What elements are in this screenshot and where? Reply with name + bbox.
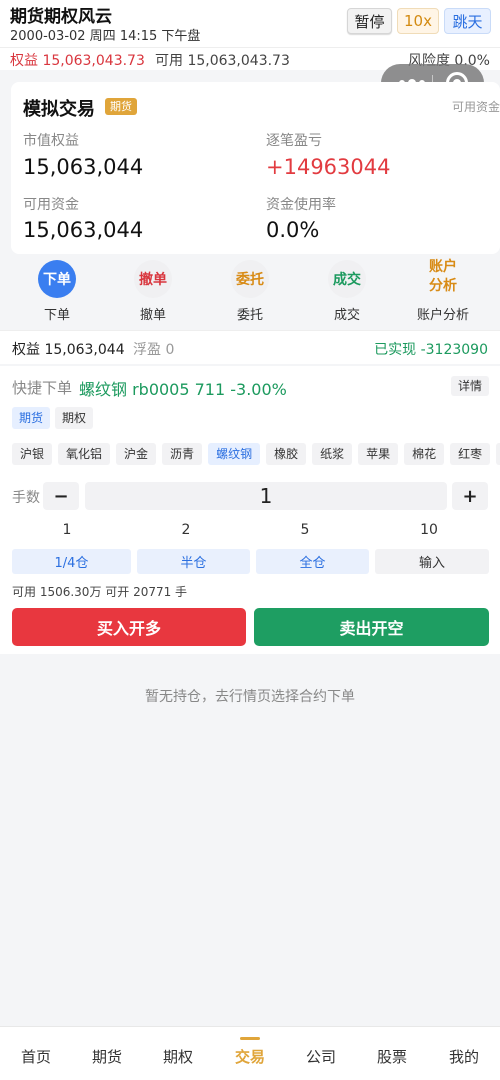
account-analysis-icon-line1: 账户 <box>429 259 457 275</box>
header-available: 可用 15,063,043.73 <box>155 53 290 69</box>
action-place-order[interactable]: 下单 下单 <box>17 260 97 323</box>
tab-options-page[interactable]: 期权 <box>148 1046 208 1067</box>
commodity-chip[interactable]: 苹果 <box>358 443 399 465</box>
pnl-value: +14963044 <box>266 155 391 179</box>
tab-home[interactable]: 首页 <box>6 1046 66 1067</box>
header-equity: 权益 15,063,043.73 <box>10 53 145 69</box>
commodity-chip[interactable]: 玻璃 <box>496 443 500 465</box>
action-label: 撤单 <box>139 308 166 323</box>
buy-open-long-button[interactable]: 买入开多 <box>12 608 246 646</box>
floating-pnl: 浮盈 0 <box>133 342 175 358</box>
tab-mine[interactable]: 我的 <box>434 1046 494 1067</box>
commodity-chip[interactable]: 氧化铝 <box>58 443 111 465</box>
tab-futures-page[interactable]: 期货 <box>77 1046 137 1067</box>
commodity-chip[interactable]: 红枣 <box>450 443 491 465</box>
commodity-chip-selected[interactable]: 螺纹钢 <box>208 443 261 465</box>
sell-open-short-button[interactable]: 卖出开空 <box>254 608 489 646</box>
commodity-chip[interactable]: 沥青 <box>162 443 203 465</box>
commodity-chip[interactable]: 纸浆 <box>312 443 353 465</box>
preset-quantity[interactable]: 2 <box>166 522 206 538</box>
tab-stocks[interactable]: 股票 <box>362 1046 422 1067</box>
commodity-chip[interactable]: 橡胶 <box>266 443 307 465</box>
place-order-icon: 下单 <box>38 260 76 298</box>
equity-row: 权益 15,063,044 浮盈 0 已实现 -3123090 <box>0 330 500 364</box>
pnl-label: 逐笔盈亏 <box>266 133 322 149</box>
preset-quantity[interactable]: 1 <box>47 522 87 538</box>
available-label: 可用资金 <box>23 197 79 213</box>
action-account-analysis[interactable]: 账户 分析 账户分析 <box>403 258 483 323</box>
action-shortcuts: 下单 下单 撤单 撤单 委托 委托 成交 成交 账户 分析 账户分析 <box>0 254 500 330</box>
action-label: 成交 <box>333 308 360 323</box>
full-position-button[interactable]: 全仓 <box>256 549 369 574</box>
account-summary-card: 模拟交易 期货 可用资金 市值权益 15,063,044 逐笔盈亏 +14963… <box>11 82 500 254</box>
half-position-button[interactable]: 半仓 <box>137 549 250 574</box>
action-cancel-order[interactable]: 撤单 撤单 <box>113 260 193 323</box>
realized-pnl: 已实现 -3123090 <box>374 342 488 358</box>
empty-positions-message: 暂无持仓，去行情页选择合约下单 <box>145 689 355 705</box>
usage-label: 资金使用率 <box>266 197 336 213</box>
active-tab-indicator <box>240 1037 260 1040</box>
market-equity-label: 市值权益 <box>23 133 79 149</box>
custom-input-button[interactable]: 输入 <box>375 549 489 574</box>
top-bar: 期货期权风云 2000-03-02 周四 14:15 下午盘 暂停 10x 跳天… <box>0 0 500 70</box>
cancel-order-icon: 撤单 <box>134 260 172 298</box>
commodity-chip[interactable]: 沪金 <box>116 443 157 465</box>
fills-icon: 成交 <box>328 260 366 298</box>
avail-funds-label-cut: 可用资金 <box>451 100 500 114</box>
skip-day-button[interactable]: 跳天 <box>444 8 491 34</box>
usage-value: 0.0% <box>266 218 320 242</box>
preset-quantity[interactable]: 10 <box>409 522 449 538</box>
available-value: 15,063,044 <box>23 218 144 242</box>
quick-order-label: 快捷下单 <box>12 379 73 397</box>
quantity-input[interactable] <box>85 482 447 510</box>
commodity-chips: 沪银氧化铝沪金沥青螺纹钢橡胶纸浆苹果棉花红枣玻璃 <box>12 443 500 465</box>
quick-order-card: 快捷下单 螺纹钢 rb0005 711 -3.00% 详情 期货 期权 沪银 氧化… <box>0 366 500 654</box>
detail-button[interactable]: 详情 <box>450 376 489 396</box>
game-date: 2000-03-02 周四 14:15 下午盘 <box>10 29 201 44</box>
preset-quantity[interactable]: 5 <box>285 522 325 538</box>
action-label: 委托 <box>236 308 263 323</box>
action-orders[interactable]: 委托 委托 <box>210 260 290 323</box>
action-label: 账户分析 <box>416 308 469 323</box>
app-title: 期货期权风云 <box>10 7 112 27</box>
commodity-chip[interactable]: 沪银 <box>12 443 53 465</box>
available-open-text: 可用 1506.30万 可开 20771 手 <box>12 585 188 599</box>
account-analysis-icon: 账户 分析 <box>403 258 483 296</box>
market-equity-value: 15,063,044 <box>23 155 144 179</box>
sim-trade-title: 模拟交易 <box>23 99 95 120</box>
tab-options[interactable]: 期权 <box>55 407 94 429</box>
action-fills[interactable]: 成交 成交 <box>307 260 387 323</box>
quarter-position-button[interactable]: 1/4仓 <box>12 549 131 574</box>
quantity-plus-button[interactable]: + <box>452 482 488 510</box>
action-label: 下单 <box>43 308 70 323</box>
pause-button[interactable]: 暂停 <box>347 8 392 34</box>
bottom-tab-bar: 首页 期货 期权 交易 公司 股票 我的 <box>0 1026 500 1080</box>
equity-summary: 权益 15,063,044 <box>12 342 125 358</box>
speed-button[interactable]: 10x <box>397 8 439 34</box>
futures-badge: 期货 <box>105 98 137 115</box>
tab-futures[interactable]: 期货 <box>12 407 51 429</box>
contract-info: 螺纹钢 rb0005 711 -3.00% <box>79 380 287 399</box>
tab-trade[interactable]: 交易 <box>220 1046 280 1067</box>
quantity-label: 手数 <box>12 490 40 506</box>
orders-icon: 委托 <box>231 260 269 298</box>
quantity-minus-button[interactable]: − <box>43 482 79 510</box>
tab-company[interactable]: 公司 <box>291 1046 351 1067</box>
account-analysis-icon-line2: 分析 <box>429 278 457 294</box>
commodity-chip[interactable]: 棉花 <box>404 443 445 465</box>
